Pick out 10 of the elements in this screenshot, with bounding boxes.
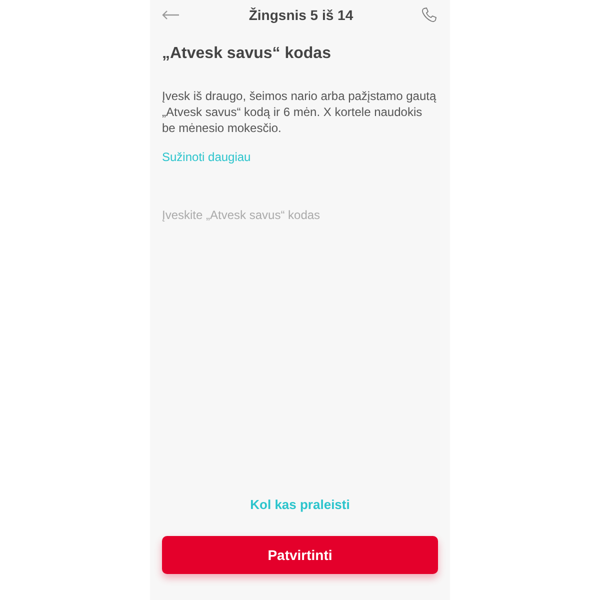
- learn-more-link[interactable]: Sužinoti daugiau: [162, 148, 251, 166]
- description-text: Įvesk iš draugo, šeimos nario arba pažįstamo gautą „Atvesk savus“ kodą ir 6 mėn. X kortele naudokis be mėnesio mokesčio.: [162, 88, 438, 136]
- skip-link[interactable]: Kol kas praleisti: [250, 494, 350, 514]
- page-heading: „Atvesk savus“ kodas: [162, 44, 332, 64]
- call-button[interactable]: [420, 6, 438, 24]
- confirm-button[interactable]: Patvirtinti: [162, 536, 438, 574]
- code-input-field[interactable]: Įveskite „Atvesk savus“ kodas: [162, 206, 438, 224]
- back-arrow-icon: [162, 10, 180, 20]
- step-title: Žingsnis 5 iš 14: [248, 6, 354, 25]
- phone-icon: [420, 7, 437, 23]
